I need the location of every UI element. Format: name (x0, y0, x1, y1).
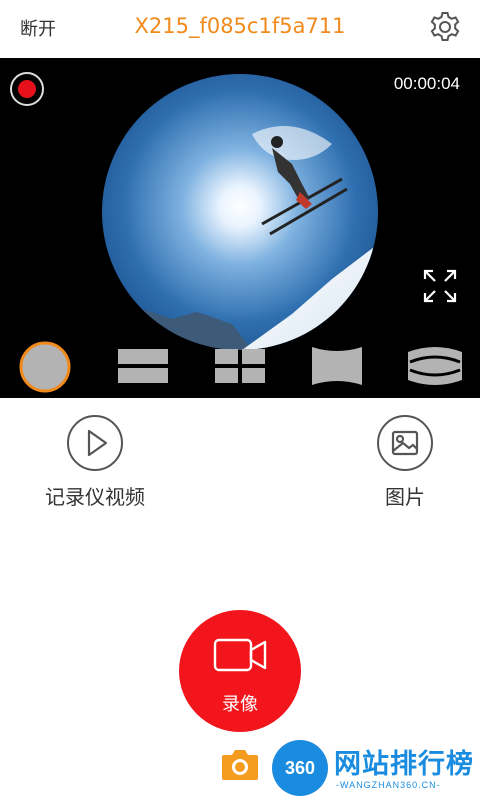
fullscreen-icon[interactable] (422, 268, 458, 304)
watermark-subtext: -WANGZHAN360.CN- (336, 780, 441, 790)
watermark: 360 网站排行榜 -WANGZHAN360.CN- (272, 738, 478, 798)
pictures-label: 图片 (385, 485, 425, 509)
view-mode-bar (0, 334, 480, 398)
circle-view-icon[interactable] (18, 340, 72, 393)
camera-preview[interactable]: 00:00:04 (0, 58, 480, 398)
dual-view-icon[interactable] (117, 340, 169, 392)
fisheye-video-frame (102, 74, 378, 350)
record-label: 录像 (222, 694, 258, 715)
pictures-button[interactable]: 图片 (370, 415, 440, 510)
panorama-view-icon[interactable] (311, 340, 363, 392)
camera-snapshot-icon[interactable] (220, 746, 260, 782)
watermark-text: 网站排行榜 (334, 749, 474, 780)
record-button[interactable]: 录像 (179, 610, 301, 732)
recording-indicator-icon (10, 72, 44, 106)
top-bar: 断开 X215_f085c1f5a711 (0, 0, 480, 58)
recording-timer: 00:00:04 (393, 74, 460, 93)
cylinder-view-icon[interactable] (406, 340, 464, 392)
recorder-video-button[interactable]: 记录仪视频 (40, 415, 150, 510)
play-icon (67, 415, 123, 471)
picture-icon (377, 415, 433, 471)
watermark-logo: 360 (272, 740, 328, 796)
recorder-video-label: 记录仪视频 (45, 485, 145, 509)
quad-view-icon[interactable] (214, 340, 266, 392)
video-camera-icon (213, 636, 269, 676)
device-name-title: X215_f085c1f5a711 (134, 14, 346, 38)
settings-gear-icon[interactable] (428, 10, 462, 44)
